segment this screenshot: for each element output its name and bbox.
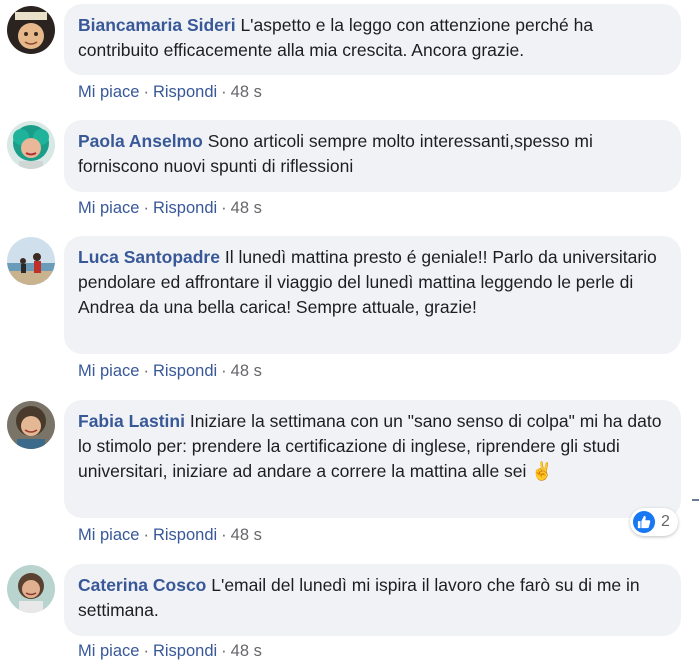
avatar[interactable] bbox=[7, 121, 55, 169]
like-thumb-icon bbox=[633, 511, 655, 533]
separator: · bbox=[143, 199, 149, 217]
comment-timestamp[interactable]: 48 s bbox=[231, 362, 262, 380]
avatar[interactable] bbox=[7, 237, 55, 285]
comment-author[interactable]: Paola Anselmo bbox=[78, 131, 203, 151]
separator: · bbox=[221, 526, 227, 544]
avatar-image bbox=[7, 565, 55, 613]
comment-bubble: Caterina Cosco L'email del lunedì mi isp… bbox=[64, 564, 681, 636]
comment-bubble: Fabia Lastini Iniziare la settimana con … bbox=[64, 400, 681, 518]
comment-timestamp[interactable]: 48 s bbox=[231, 199, 262, 217]
separator: · bbox=[221, 642, 227, 660]
comment-actions: Mi piace · Rispondi · 48 s bbox=[78, 361, 262, 381]
avatar-image bbox=[7, 6, 55, 54]
reply-button[interactable]: Rispondi bbox=[153, 199, 217, 217]
separator: · bbox=[221, 83, 227, 101]
like-button[interactable]: Mi piace bbox=[78, 83, 139, 101]
comment-timestamp[interactable]: 48 s bbox=[231, 642, 262, 660]
reaction-count: 2 bbox=[661, 513, 670, 530]
comment-actions: Mi piace · Rispondi · 48 s bbox=[78, 198, 262, 218]
avatar[interactable] bbox=[7, 565, 55, 613]
reply-button[interactable]: Rispondi bbox=[153, 83, 217, 101]
separator: · bbox=[143, 83, 149, 101]
avatar-image bbox=[7, 121, 55, 169]
like-button[interactable]: Mi piace bbox=[78, 199, 139, 217]
comment-author[interactable]: Fabia Lastini bbox=[78, 411, 185, 431]
like-button[interactable]: Mi piace bbox=[78, 642, 139, 660]
comment-timestamp[interactable]: 48 s bbox=[231, 83, 262, 101]
like-button[interactable]: Mi piace bbox=[78, 526, 139, 544]
avatar[interactable] bbox=[7, 6, 55, 54]
comment-author[interactable]: Caterina Cosco bbox=[78, 575, 206, 595]
avatar[interactable] bbox=[7, 401, 55, 449]
comment-actions: Mi piace · Rispondi · 48 s bbox=[78, 82, 262, 102]
reply-button[interactable]: Rispondi bbox=[153, 362, 217, 380]
like-button[interactable]: Mi piace bbox=[78, 362, 139, 380]
comment-bubble: Biancamaria Sideri L'aspetto e la leggo … bbox=[64, 4, 681, 75]
avatar-image bbox=[7, 401, 55, 449]
reply-button[interactable]: Rispondi bbox=[153, 642, 217, 660]
comment-author[interactable]: Biancamaria Sideri bbox=[78, 15, 236, 35]
comment-bubble: Luca Santopadre Il lunedì mattina presto… bbox=[64, 236, 681, 354]
scroll-edge-marker bbox=[692, 499, 699, 501]
avatar-image bbox=[7, 237, 55, 285]
separator: · bbox=[221, 199, 227, 217]
reply-button[interactable]: Rispondi bbox=[153, 526, 217, 544]
comment-author[interactable]: Luca Santopadre bbox=[78, 247, 220, 267]
comment-actions: Mi piace · Rispondi · 48 s bbox=[78, 525, 262, 545]
separator: · bbox=[143, 362, 149, 380]
reaction-summary[interactable]: 2 bbox=[630, 508, 678, 536]
separator: · bbox=[143, 642, 149, 660]
comment-actions: Mi piace · Rispondi · 48 s bbox=[78, 641, 262, 661]
separator: · bbox=[143, 526, 149, 544]
separator: · bbox=[221, 362, 227, 380]
comment-bubble: Paola Anselmo Sono articoli sempre molto… bbox=[64, 120, 681, 192]
comment-timestamp[interactable]: 48 s bbox=[231, 526, 262, 544]
